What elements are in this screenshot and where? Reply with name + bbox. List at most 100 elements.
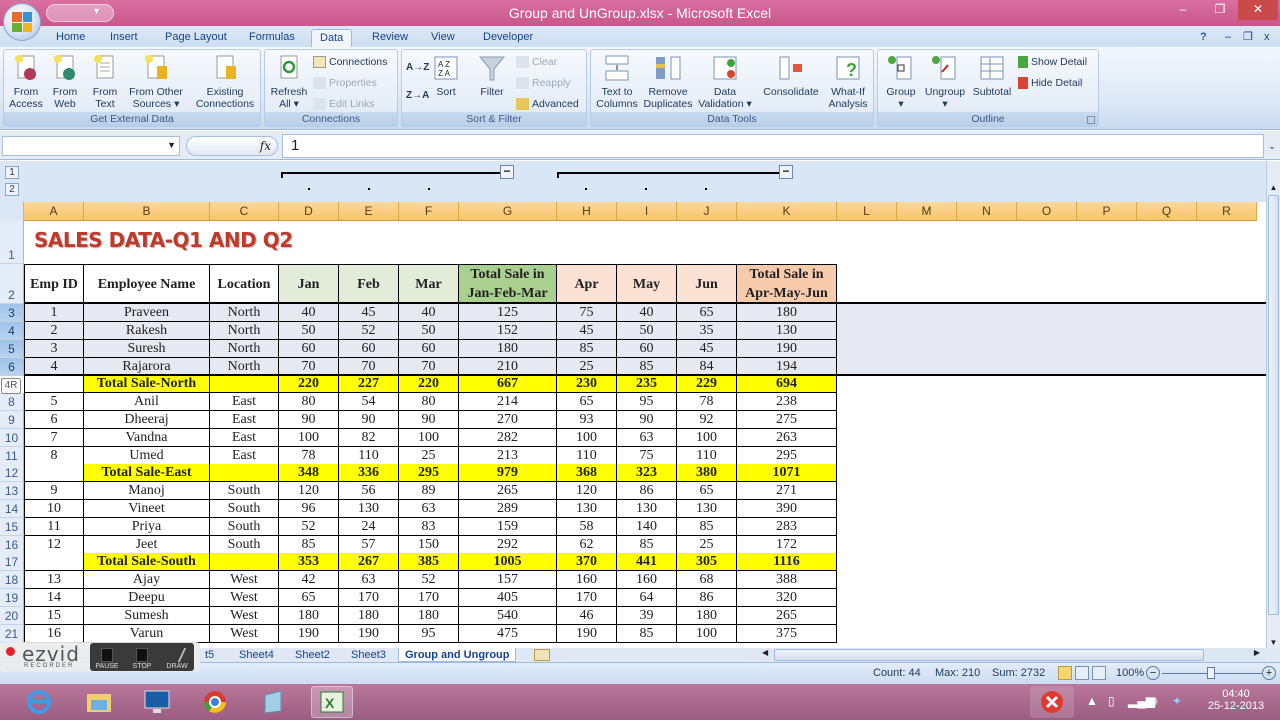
row-header-16[interactable]: 16 <box>0 536 24 554</box>
column-header-c[interactable]: C <box>210 202 279 221</box>
row-header-3[interactable]: 3 <box>0 304 24 322</box>
row-header-4[interactable]: 4 <box>0 322 24 340</box>
internet-explorer-icon[interactable] <box>18 686 60 718</box>
consolidate-button[interactable]: Consolidate <box>759 54 823 98</box>
table-cell[interactable]: 170 <box>399 589 459 607</box>
scroll-left-icon[interactable]: ◀ <box>762 648 768 657</box>
table-cell[interactable]: 475 <box>459 625 557 643</box>
table-cell[interactable]: North <box>210 340 279 358</box>
table-cell[interactable]: 160 <box>617 571 677 589</box>
table-cell[interactable]: 80 <box>399 393 459 411</box>
row-header-12[interactable]: 12 <box>0 464 24 482</box>
table-cell[interactable]: 100 <box>279 429 339 447</box>
table-cell[interactable]: 289 <box>459 500 557 518</box>
table-cell[interactable]: 100 <box>677 625 737 643</box>
from-access-button[interactable]: From Access <box>6 54 46 110</box>
table-cell[interactable]: 3 <box>24 340 84 358</box>
table-cell[interactable]: 7 <box>24 429 84 447</box>
connections-button[interactable]: Connections <box>313 54 387 70</box>
insert-function-button[interactable]: fx <box>186 136 278 156</box>
show-detail-button[interactable]: Show Detail <box>1018 54 1087 70</box>
table-cell[interactable]: 58 <box>557 518 617 536</box>
row-header-1[interactable]: 1 <box>0 221 24 264</box>
table-cell[interactable]: 295 <box>737 447 837 465</box>
table-cell[interactable]: 1 <box>24 304 84 322</box>
table-cell[interactable]: 16 <box>24 625 84 643</box>
data-validation-button[interactable]: Data Validation ▾ <box>697 54 753 110</box>
zoom-slider-thumb[interactable] <box>1207 667 1215 679</box>
total-row-cell[interactable]: 295 <box>399 464 459 482</box>
table-cell[interactable]: Dheeraj <box>84 411 210 429</box>
table-cell[interactable]: 63 <box>399 500 459 518</box>
horizontal-scroll-thumb[interactable] <box>774 649 1204 661</box>
table-cell[interactable]: 85 <box>617 625 677 643</box>
table-cell[interactable]: 125 <box>459 304 557 322</box>
table-cell[interactable]: 75 <box>557 304 617 322</box>
total-row-cell[interactable] <box>24 553 84 571</box>
table-cell[interactable]: West <box>210 625 279 643</box>
column-header-n[interactable]: N <box>957 202 1017 221</box>
column-heading-8[interactable]: May <box>617 264 677 304</box>
name-box[interactable]: ▼ <box>2 136 180 156</box>
group-button[interactable]: Group ▾ <box>880 54 922 110</box>
from-web-button[interactable]: From Web <box>46 54 84 110</box>
table-cell[interactable]: 130 <box>557 500 617 518</box>
table-cell[interactable]: 95 <box>617 393 677 411</box>
table-cell[interactable]: 375 <box>737 625 837 643</box>
table-cell[interactable]: 52 <box>339 322 399 340</box>
table-cell[interactable]: East <box>210 447 279 465</box>
sheet-tab-sheet4[interactable]: Sheet4 <box>239 648 274 662</box>
table-cell[interactable]: 52 <box>279 518 339 536</box>
table-cell[interactable]: 190 <box>737 340 837 358</box>
total-row-cell[interactable]: 979 <box>459 464 557 482</box>
total-row-cell[interactable] <box>24 375 84 393</box>
edit-links-button[interactable]: Edit Links <box>313 96 375 112</box>
scroll-down-icon[interactable]: ▼ <box>1268 638 1279 647</box>
table-cell[interactable]: Priya <box>84 518 210 536</box>
table-cell[interactable]: 96 <box>279 500 339 518</box>
row-header-20[interactable]: 20 <box>0 607 24 625</box>
from-text-button[interactable]: From Text <box>86 54 124 110</box>
table-cell[interactable]: 60 <box>339 340 399 358</box>
table-cell[interactable]: 95 <box>399 625 459 643</box>
table-cell[interactable]: 170 <box>557 589 617 607</box>
total-row-cell[interactable]: 235 <box>617 375 677 393</box>
table-cell[interactable]: 42 <box>279 571 339 589</box>
hide-detail-button[interactable]: Hide Detail <box>1018 75 1082 91</box>
tab-view[interactable]: View <box>431 29 455 47</box>
column-header-e[interactable]: E <box>339 202 399 221</box>
table-cell[interactable]: 130 <box>677 500 737 518</box>
total-row-cell[interactable]: Total Sale-North <box>84 375 210 393</box>
close-button[interactable]: ✕ <box>1238 0 1278 20</box>
table-cell[interactable]: 65 <box>557 393 617 411</box>
table-cell[interactable]: 13 <box>24 571 84 589</box>
table-cell[interactable]: 45 <box>557 322 617 340</box>
table-cell[interactable]: East <box>210 393 279 411</box>
table-cell[interactable]: 265 <box>459 482 557 500</box>
table-cell[interactable]: 180 <box>339 607 399 625</box>
table-cell[interactable]: South <box>210 500 279 518</box>
scroll-right-icon[interactable]: ▶ <box>1254 648 1260 657</box>
table-cell[interactable]: North <box>210 322 279 340</box>
table-cell[interactable]: 405 <box>459 589 557 607</box>
table-cell[interactable]: East <box>210 411 279 429</box>
column-heading-4[interactable]: Feb <box>339 264 399 304</box>
table-cell[interactable]: 83 <box>399 518 459 536</box>
tab-home[interactable]: Home <box>56 29 85 47</box>
restore-button[interactable]: ❐ <box>1207 0 1233 20</box>
table-cell[interactable]: 85 <box>617 536 677 554</box>
table-cell[interactable]: 57 <box>339 536 399 554</box>
table-cell[interactable]: 25 <box>677 536 737 554</box>
table-cell[interactable]: 89 <box>399 482 459 500</box>
outline-level-2-button[interactable]: 2 <box>5 183 19 196</box>
table-cell[interactable]: 390 <box>737 500 837 518</box>
help-icon[interactable]: ? <box>1200 29 1207 47</box>
ezvid-pause-button[interactable]: PAUSE <box>90 646 124 670</box>
table-cell[interactable]: 24 <box>339 518 399 536</box>
column-heading-2[interactable]: Location <box>210 264 279 304</box>
dropbox-icon[interactable]: ✦ <box>1172 694 1182 708</box>
table-cell[interactable]: 152 <box>459 322 557 340</box>
table-cell[interactable]: 93 <box>557 411 617 429</box>
text-to-columns-button[interactable]: Text to Columns <box>593 54 641 110</box>
remove-duplicates-button[interactable]: Remove Duplicates <box>641 54 695 110</box>
